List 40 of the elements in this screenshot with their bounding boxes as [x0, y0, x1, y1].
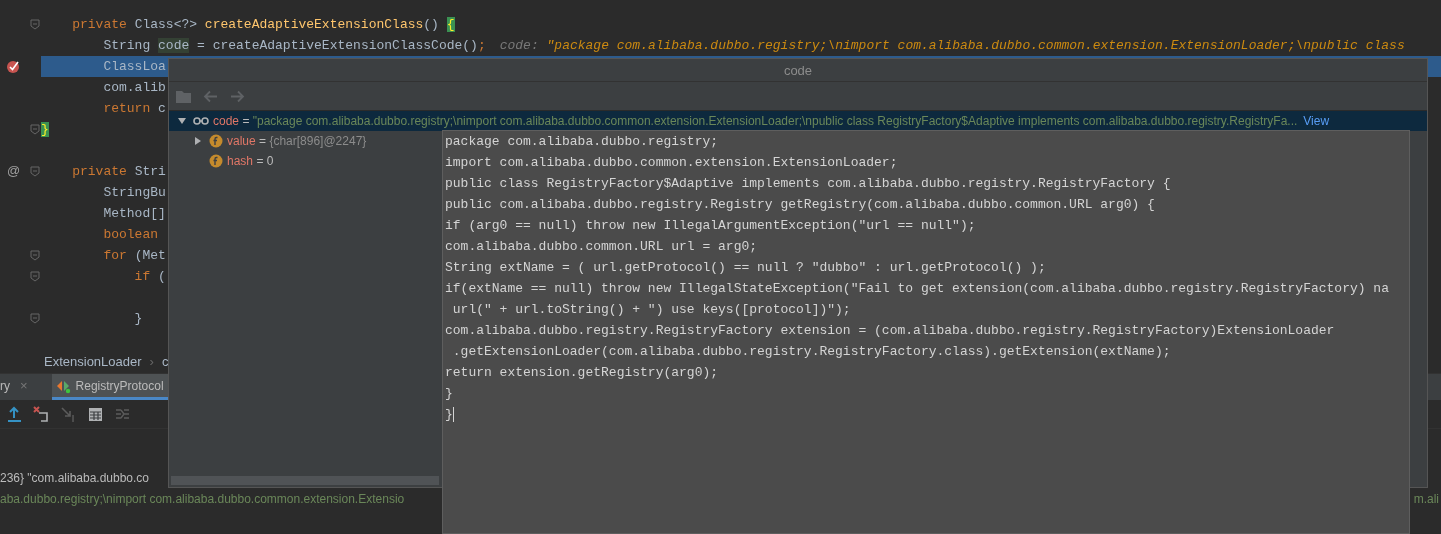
code-line: boolean: [102, 227, 159, 242]
text-line: import com.alibaba.dubbo.common.extension.ExtensionLoader;: [445, 154, 899, 172]
code-line: private Class<?> createAdaptiveExtensionClass() {: [71, 17, 455, 32]
text-line: public class RegistryFactory$Adaptive implements com.alibaba.dubbo.registry.RegistryFactory {: [445, 175, 1172, 193]
breadcrumb[interactable]: ExtensionLoader: [44, 353, 142, 369]
breadcrumb-separator: ›: [149, 353, 154, 369]
popup-title: code: [783, 62, 813, 78]
code-line: String code = createAdaptiveExtensionClassCode();: [102, 38, 486, 53]
variable-entry[interactable]: value = {char[896]@2247}: [227, 134, 367, 148]
text-line: com.alibaba.dubbo.registry.RegistryFactory extension = (com.alibaba.dubbo.registry.RegistryFactory)ExtensionLoader: [445, 322, 1336, 340]
text-line: }: [445, 406, 453, 424]
text-line: com.alibaba.dubbo.common.URL url = arg0;: [445, 238, 759, 256]
code-line: return c: [102, 101, 166, 116]
variable-entry[interactable]: code = "package com.alibaba.dubbo.registry;\nimport com.alibaba.dubbo.common.extension.ExtensionLoader;\npublic class RegistryFactory$Adaptive implements com.alibaba.dubbo.registry.RegistryFa...: [213, 114, 1298, 128]
variable-value: aba.dubbo.registry;\nimport com.alibaba.dubbo.common.extension.Extensio: [0, 491, 405, 506]
code-line: StringBu: [102, 185, 166, 200]
code-line: private Stri: [71, 164, 166, 179]
text-line: package com.alibaba.dubbo.registry;: [445, 133, 720, 151]
text-line: public com.alibaba.dubbo.registry.Registry getRegistry(com.alibaba.dubbo.common.URL arg0) {: [445, 196, 1156, 214]
text-line: if(extName == null) throw new IllegalStateException("Fail to get extension(com.alibaba.dubbo.registry.RegistryFactory) na: [445, 280, 1390, 298]
code-line: Method[]: [102, 206, 166, 221]
code-line: for (Met: [102, 248, 166, 263]
gutter-marker[interactable]: @: [7, 163, 21, 178]
inline-value-hint: code: "package com.alibaba.dubbo.registry;\nimport com.alibaba.dubbo.common.extension.ExtensionLoader;\npublic class: [499, 38, 1405, 53]
debug-tab[interactable]: ry ×: [0, 374, 38, 400]
variable-value: 236} "com.alibaba.dubbo.co: [0, 470, 150, 485]
text-line: .getExtensionLoader(com.alibaba.dubbo.registry.RegistryFactory.class).getExtension(extName);: [451, 343, 1172, 361]
variable-entry[interactable]: hash = 0: [227, 154, 274, 168]
code-line: }: [133, 311, 143, 326]
text-line: if (arg0 == null) throw new IllegalArgumentException("url == null");: [445, 217, 977, 235]
text-line: return extension.getRegistry(arg0);: [445, 364, 720, 382]
code-line: com.alib: [102, 80, 166, 95]
text-line: String extName = ( url.getProtocol() == null ? "dubbo" : url.getProtocol() );: [445, 259, 1047, 277]
text-line: }: [445, 385, 454, 403]
code-line: if (: [133, 269, 166, 284]
view-link[interactable]: View: [1303, 114, 1330, 128]
variable-value: m.ali: [1413, 491, 1439, 506]
code-line: ClassLoa: [102, 59, 166, 74]
text-line: url(" + url.toString() + ") use keys([protocol])");: [451, 301, 852, 319]
breadcrumb[interactable]: c: [161, 353, 169, 369]
